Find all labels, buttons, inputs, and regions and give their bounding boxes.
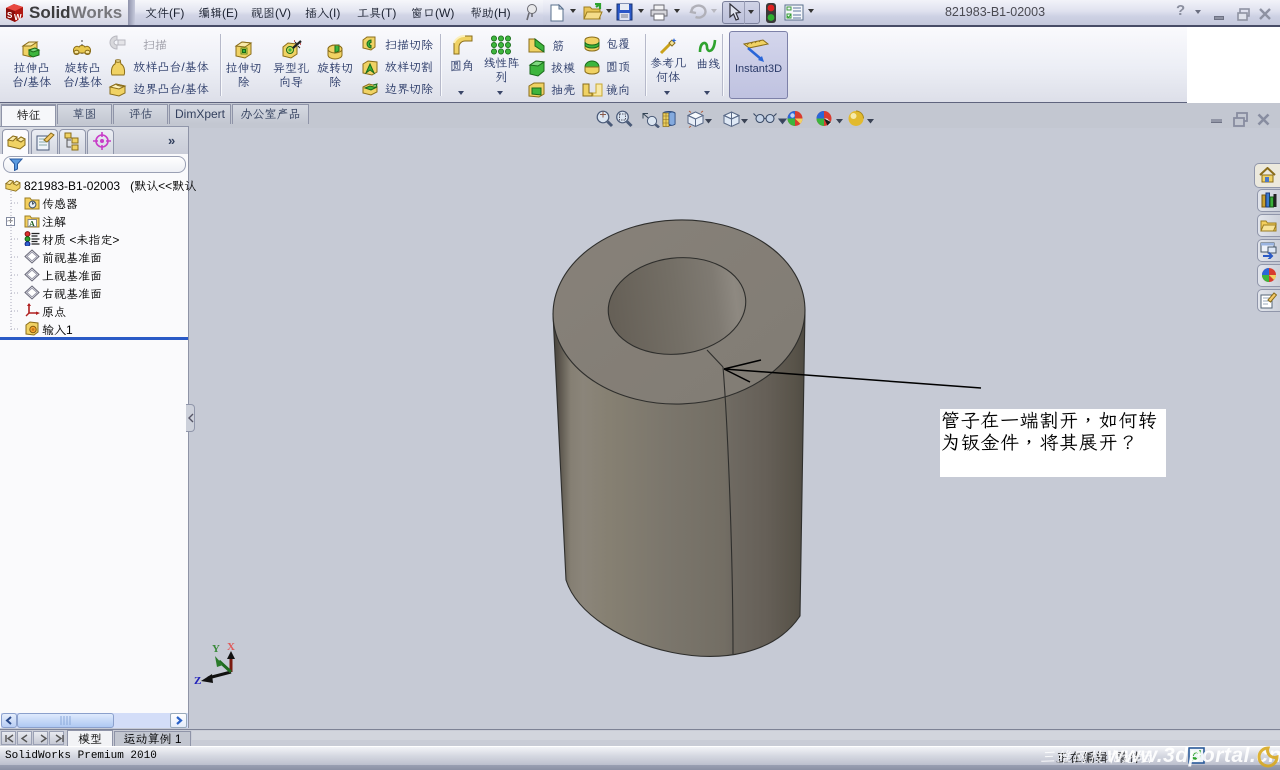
- svg-text:Z: Z: [194, 675, 201, 687]
- svg-text:S: S: [7, 11, 13, 20]
- svg-text:W: W: [14, 13, 22, 22]
- svg-text:Y: Y: [212, 643, 220, 655]
- svg-text:X: X: [227, 641, 235, 653]
